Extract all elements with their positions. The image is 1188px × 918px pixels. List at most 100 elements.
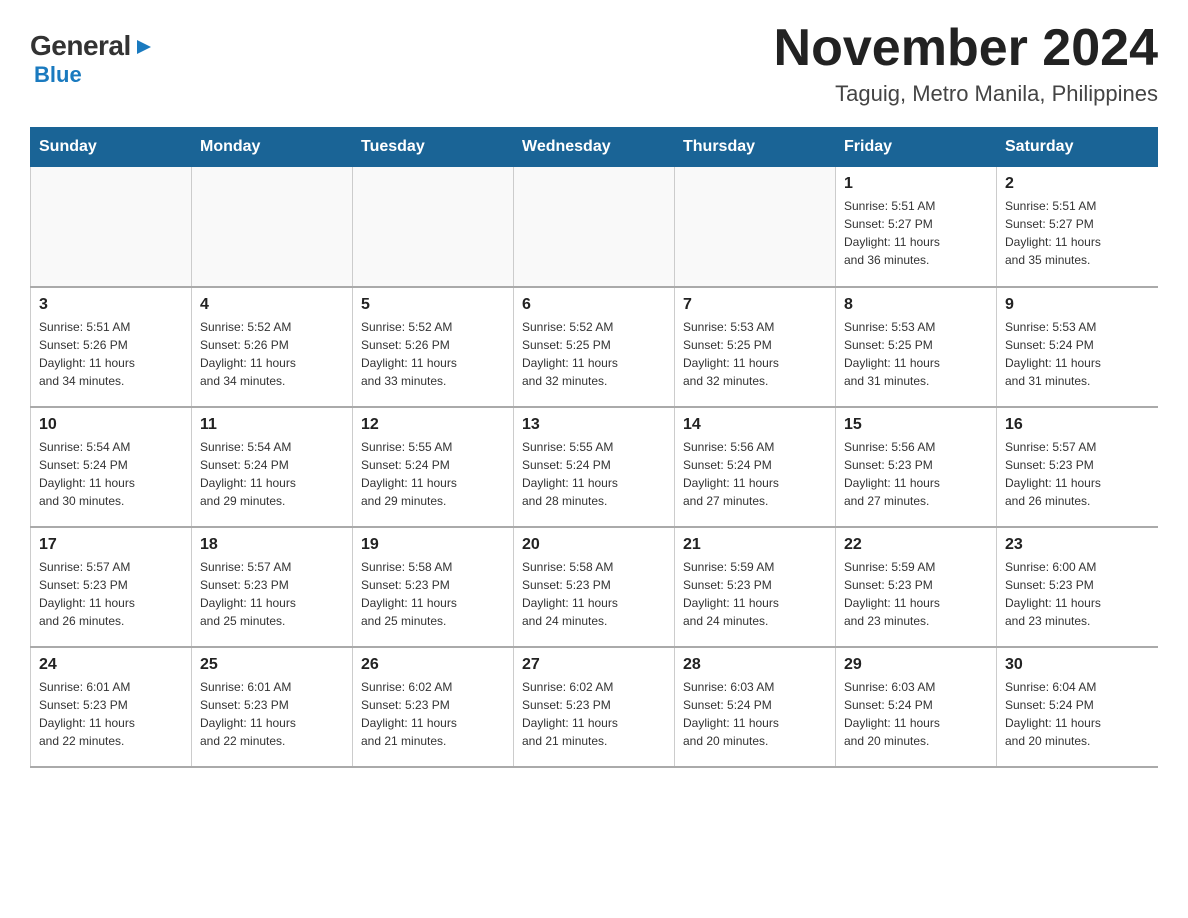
day-info: Sunrise: 5:59 AMSunset: 5:23 PMDaylight:…	[683, 558, 827, 630]
weekday-header-thursday: Thursday	[675, 128, 836, 167]
weekday-header-monday: Monday	[192, 128, 353, 167]
day-info: Sunrise: 5:51 AMSunset: 5:27 PMDaylight:…	[1005, 197, 1150, 269]
day-info: Sunrise: 5:58 AMSunset: 5:23 PMDaylight:…	[361, 558, 505, 630]
calendar-cell: 26 Sunrise: 6:02 AMSunset: 5:23 PMDayligh…	[353, 647, 514, 767]
day-info: Sunrise: 5:52 AMSunset: 5:26 PMDaylight:…	[361, 318, 505, 390]
day-number: 26	[361, 656, 505, 674]
day-number: 2	[1005, 175, 1150, 193]
calendar-cell: 2 Sunrise: 5:51 AMSunset: 5:27 PMDaylight…	[997, 167, 1158, 287]
day-number: 30	[1005, 656, 1150, 674]
weekday-header-sunday: Sunday	[31, 128, 192, 167]
calendar-subtitle: Taguig, Metro Manila, Philippines	[774, 81, 1158, 107]
day-info: Sunrise: 6:02 AMSunset: 5:23 PMDaylight:…	[361, 678, 505, 750]
logo: General Blue	[30, 30, 155, 88]
day-info: Sunrise: 5:51 AMSunset: 5:26 PMDaylight:…	[39, 318, 183, 390]
calendar-cell	[514, 167, 675, 287]
day-number: 12	[361, 416, 505, 434]
page-header: General Blue November 2024 Taguig, Metro…	[30, 20, 1158, 107]
calendar-cell: 21 Sunrise: 5:59 AMSunset: 5:23 PMDayligh…	[675, 527, 836, 647]
calendar-title: November 2024	[774, 20, 1158, 77]
day-info: Sunrise: 5:53 AMSunset: 5:25 PMDaylight:…	[844, 318, 988, 390]
calendar-cell: 1 Sunrise: 5:51 AMSunset: 5:27 PMDaylight…	[836, 167, 997, 287]
calendar-cell: 20 Sunrise: 5:58 AMSunset: 5:23 PMDayligh…	[514, 527, 675, 647]
calendar-cell: 5 Sunrise: 5:52 AMSunset: 5:26 PMDaylight…	[353, 287, 514, 407]
calendar-header-row: SundayMondayTuesdayWednesdayThursdayFrid…	[31, 128, 1158, 167]
day-number: 24	[39, 656, 183, 674]
day-number: 21	[683, 536, 827, 554]
day-info: Sunrise: 5:57 AMSunset: 5:23 PMDaylight:…	[1005, 438, 1150, 510]
calendar-week-row: 10 Sunrise: 5:54 AMSunset: 5:24 PMDayligh…	[31, 407, 1158, 527]
title-block: November 2024 Taguig, Metro Manila, Phil…	[774, 20, 1158, 107]
calendar-cell: 25 Sunrise: 6:01 AMSunset: 5:23 PMDayligh…	[192, 647, 353, 767]
weekday-header-tuesday: Tuesday	[353, 128, 514, 167]
calendar-cell: 30 Sunrise: 6:04 AMSunset: 5:24 PMDayligh…	[997, 647, 1158, 767]
day-info: Sunrise: 5:51 AMSunset: 5:27 PMDaylight:…	[844, 197, 988, 269]
day-info: Sunrise: 6:02 AMSunset: 5:23 PMDaylight:…	[522, 678, 666, 750]
logo-triangle-icon	[133, 36, 155, 58]
day-info: Sunrise: 6:00 AMSunset: 5:23 PMDaylight:…	[1005, 558, 1150, 630]
calendar-week-row: 17 Sunrise: 5:57 AMSunset: 5:23 PMDayligh…	[31, 527, 1158, 647]
calendar-cell: 6 Sunrise: 5:52 AMSunset: 5:25 PMDaylight…	[514, 287, 675, 407]
day-info: Sunrise: 5:52 AMSunset: 5:26 PMDaylight:…	[200, 318, 344, 390]
day-number: 20	[522, 536, 666, 554]
day-number: 17	[39, 536, 183, 554]
day-number: 4	[200, 296, 344, 314]
day-info: Sunrise: 6:03 AMSunset: 5:24 PMDaylight:…	[844, 678, 988, 750]
day-number: 22	[844, 536, 988, 554]
day-number: 10	[39, 416, 183, 434]
calendar-week-row: 1 Sunrise: 5:51 AMSunset: 5:27 PMDaylight…	[31, 167, 1158, 287]
calendar-cell: 16 Sunrise: 5:57 AMSunset: 5:23 PMDayligh…	[997, 407, 1158, 527]
day-info: Sunrise: 5:53 AMSunset: 5:24 PMDaylight:…	[1005, 318, 1150, 390]
day-info: Sunrise: 6:01 AMSunset: 5:23 PMDaylight:…	[39, 678, 183, 750]
day-info: Sunrise: 5:55 AMSunset: 5:24 PMDaylight:…	[361, 438, 505, 510]
calendar-cell: 19 Sunrise: 5:58 AMSunset: 5:23 PMDayligh…	[353, 527, 514, 647]
day-info: Sunrise: 5:58 AMSunset: 5:23 PMDaylight:…	[522, 558, 666, 630]
calendar-cell: 3Sunrise: 5:51 AMSunset: 5:26 PMDaylight…	[31, 287, 192, 407]
day-info: Sunrise: 5:57 AMSunset: 5:23 PMDaylight:…	[200, 558, 344, 630]
calendar-cell: 13Sunrise: 5:55 AMSunset: 5:24 PMDayligh…	[514, 407, 675, 527]
calendar-cell: 11Sunrise: 5:54 AMSunset: 5:24 PMDayligh…	[192, 407, 353, 527]
logo-blue-text: Blue	[34, 62, 82, 87]
calendar-cell: 29Sunrise: 6:03 AMSunset: 5:24 PMDayligh…	[836, 647, 997, 767]
calendar-cell: 10 Sunrise: 5:54 AMSunset: 5:24 PMDayligh…	[31, 407, 192, 527]
calendar-week-row: 3Sunrise: 5:51 AMSunset: 5:26 PMDaylight…	[31, 287, 1158, 407]
day-info: Sunrise: 5:52 AMSunset: 5:25 PMDaylight:…	[522, 318, 666, 390]
calendar-cell	[353, 167, 514, 287]
day-info: Sunrise: 5:53 AMSunset: 5:25 PMDaylight:…	[683, 318, 827, 390]
day-info: Sunrise: 5:59 AMSunset: 5:23 PMDaylight:…	[844, 558, 988, 630]
calendar-cell: 23 Sunrise: 6:00 AMSunset: 5:23 PMDayligh…	[997, 527, 1158, 647]
calendar-cell: 17 Sunrise: 5:57 AMSunset: 5:23 PMDayligh…	[31, 527, 192, 647]
day-info: Sunrise: 5:57 AMSunset: 5:23 PMDaylight:…	[39, 558, 183, 630]
day-number: 15	[844, 416, 988, 434]
calendar-week-row: 24 Sunrise: 6:01 AMSunset: 5:23 PMDayligh…	[31, 647, 1158, 767]
weekday-header-wednesday: Wednesday	[514, 128, 675, 167]
calendar-cell: 27Sunrise: 6:02 AMSunset: 5:23 PMDayligh…	[514, 647, 675, 767]
day-number: 23	[1005, 536, 1150, 554]
day-info: Sunrise: 6:04 AMSunset: 5:24 PMDaylight:…	[1005, 678, 1150, 750]
calendar-cell: 22 Sunrise: 5:59 AMSunset: 5:23 PMDayligh…	[836, 527, 997, 647]
day-number: 18	[200, 536, 344, 554]
day-number: 1	[844, 175, 988, 193]
day-number: 6	[522, 296, 666, 314]
calendar-cell: 8 Sunrise: 5:53 AMSunset: 5:25 PMDaylight…	[836, 287, 997, 407]
day-number: 9	[1005, 296, 1150, 314]
day-number: 25	[200, 656, 344, 674]
day-number: 13	[522, 416, 666, 434]
day-number: 19	[361, 536, 505, 554]
day-info: Sunrise: 5:56 AMSunset: 5:23 PMDaylight:…	[844, 438, 988, 510]
day-info: Sunrise: 6:01 AMSunset: 5:23 PMDaylight:…	[200, 678, 344, 750]
day-info: Sunrise: 5:54 AMSunset: 5:24 PMDaylight:…	[39, 438, 183, 510]
calendar-cell: 12 Sunrise: 5:55 AMSunset: 5:24 PMDayligh…	[353, 407, 514, 527]
calendar-cell: 15 Sunrise: 5:56 AMSunset: 5:23 PMDayligh…	[836, 407, 997, 527]
calendar-cell: 18 Sunrise: 5:57 AMSunset: 5:23 PMDayligh…	[192, 527, 353, 647]
day-number: 7	[683, 296, 827, 314]
weekday-header-friday: Friday	[836, 128, 997, 167]
day-number: 5	[361, 296, 505, 314]
calendar-cell	[675, 167, 836, 287]
calendar-cell: 4 Sunrise: 5:52 AMSunset: 5:26 PMDaylight…	[192, 287, 353, 407]
day-number: 14	[683, 416, 827, 434]
calendar-cell: 9 Sunrise: 5:53 AMSunset: 5:24 PMDaylight…	[997, 287, 1158, 407]
day-number: 16	[1005, 416, 1150, 434]
day-number: 8	[844, 296, 988, 314]
calendar-cell: 24 Sunrise: 6:01 AMSunset: 5:23 PMDayligh…	[31, 647, 192, 767]
